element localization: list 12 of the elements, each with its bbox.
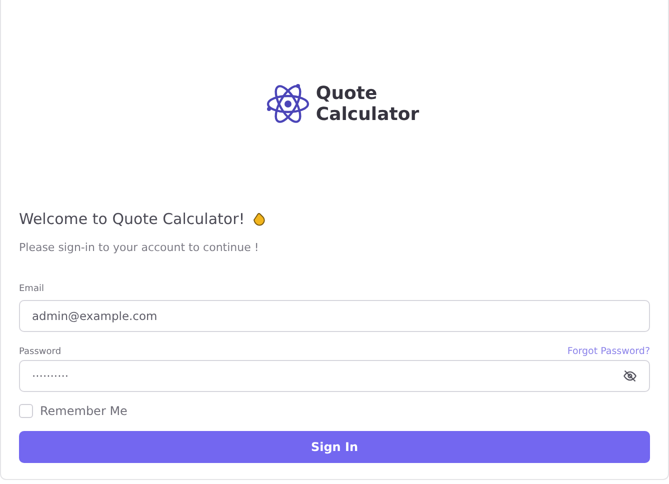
subtitle: Please sign-in to your account to continue !	[19, 241, 260, 254]
logo-text: Calculator	[316, 104, 420, 125]
eye-off-icon[interactable]	[623, 369, 637, 383]
logo-text: Quote	[316, 83, 378, 104]
welcome-heading: Welcome to Quote Calculator!	[19, 210, 245, 228]
sign-in-button[interactable]: Sign In	[19, 431, 650, 463]
password-label: Password	[19, 347, 62, 357]
email-label: Email	[19, 284, 44, 294]
remember-label: Remember Me	[40, 404, 128, 418]
email-field[interactable]: admin@example.com	[19, 300, 650, 332]
password-field[interactable]: ··········	[19, 360, 650, 392]
remember-checkbox[interactable]	[19, 404, 33, 418]
